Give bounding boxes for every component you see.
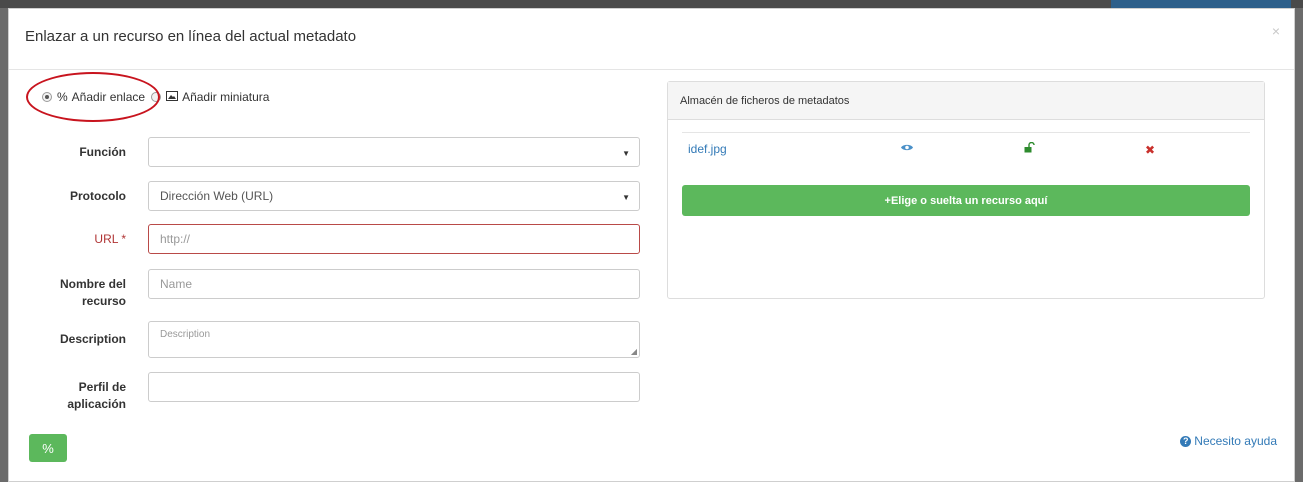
perfil-label-line1: Perfil de [78,380,126,394]
add-link-button[interactable]: % [29,434,67,462]
nombre-input[interactable]: Name [148,269,640,299]
description-row: Description Description ◢ [9,321,640,358]
url-input[interactable]: http:// [148,224,640,254]
file-name-link[interactable]: idef.jpg [688,142,727,156]
funcion-row: Función ▼ [9,137,640,167]
link-icon: % [57,90,68,104]
protocolo-select[interactable]: Dirección Web (URL) ▼ [148,181,640,211]
protocolo-row: Protocolo Dirección Web (URL) ▼ [9,181,640,211]
link-icon: % [42,440,54,456]
nombre-label-line2: recurso [81,294,126,308]
metadata-file-store-panel: Almacén de ficheros de metadatos idef.jp… [667,81,1265,299]
resize-handle-icon[interactable]: ◢ [631,347,637,356]
unlock-icon[interactable] [1024,141,1035,156]
upload-label: Elige o suelta un recurso aquí [890,194,1048,207]
protocolo-value: Dirección Web (URL) [160,189,274,203]
url-row: URL * http:// [9,224,640,254]
funcion-label: Función [79,145,126,159]
perfil-input[interactable] [148,372,640,402]
perfil-row: Perfil de aplicación [9,372,640,413]
mode-selector: % Añadir enlace Añadir miniatura [42,89,275,105]
link-resource-dialog: Enlazar a un recurso en línea del actual… [8,8,1295,482]
chevron-down-icon: ▼ [622,149,630,158]
description-placeholder: Description [160,329,211,340]
dialog-header: Enlazar a un recurso en línea del actual… [9,9,1294,70]
nombre-placeholder: Name [160,277,193,291]
backdrop-blue-bar [1111,0,1291,8]
file-row: idef.jpg ✖ [668,141,1264,160]
url-label: URL * [94,232,126,246]
perfil-label: Perfil de aplicación [9,379,148,413]
upload-resource-button[interactable]: + Elige o suelta un recurso aquí [682,185,1250,216]
image-icon [166,90,179,104]
help-link[interactable]: ? Necesito ayuda [1180,434,1277,448]
add-thumbnail-label[interactable]: Añadir miniatura [182,90,269,104]
description-label: Description [59,332,126,346]
close-icon[interactable]: × [1272,23,1280,39]
url-placeholder: http:// [160,232,191,246]
perfil-label-line2: aplicación [67,397,126,411]
nombre-label-line1: Nombre del [59,277,126,291]
help-label: Necesito ayuda [1194,434,1277,448]
nombre-row: Nombre del recurso Name [9,269,640,310]
dialog-title: Enlazar a un recurso en línea del actual… [25,28,357,45]
panel-heading: Almacén de ficheros de metadatos [668,82,1264,120]
eye-icon[interactable] [901,143,913,155]
delete-icon[interactable]: ✖ [1145,143,1155,157]
chevron-down-icon: ▼ [622,193,630,202]
question-circle-icon: ? [1180,435,1192,447]
add-link-radio[interactable] [42,92,52,102]
divider [682,132,1250,133]
funcion-select[interactable]: ▼ [148,137,640,167]
description-textarea[interactable]: Description ◢ [148,321,640,358]
page-backdrop [0,0,1303,8]
protocolo-label: Protocolo [70,189,126,203]
nombre-label: Nombre del recurso [9,276,148,310]
add-thumbnail-radio[interactable] [151,92,162,102]
add-link-label[interactable]: Añadir enlace [72,90,145,104]
